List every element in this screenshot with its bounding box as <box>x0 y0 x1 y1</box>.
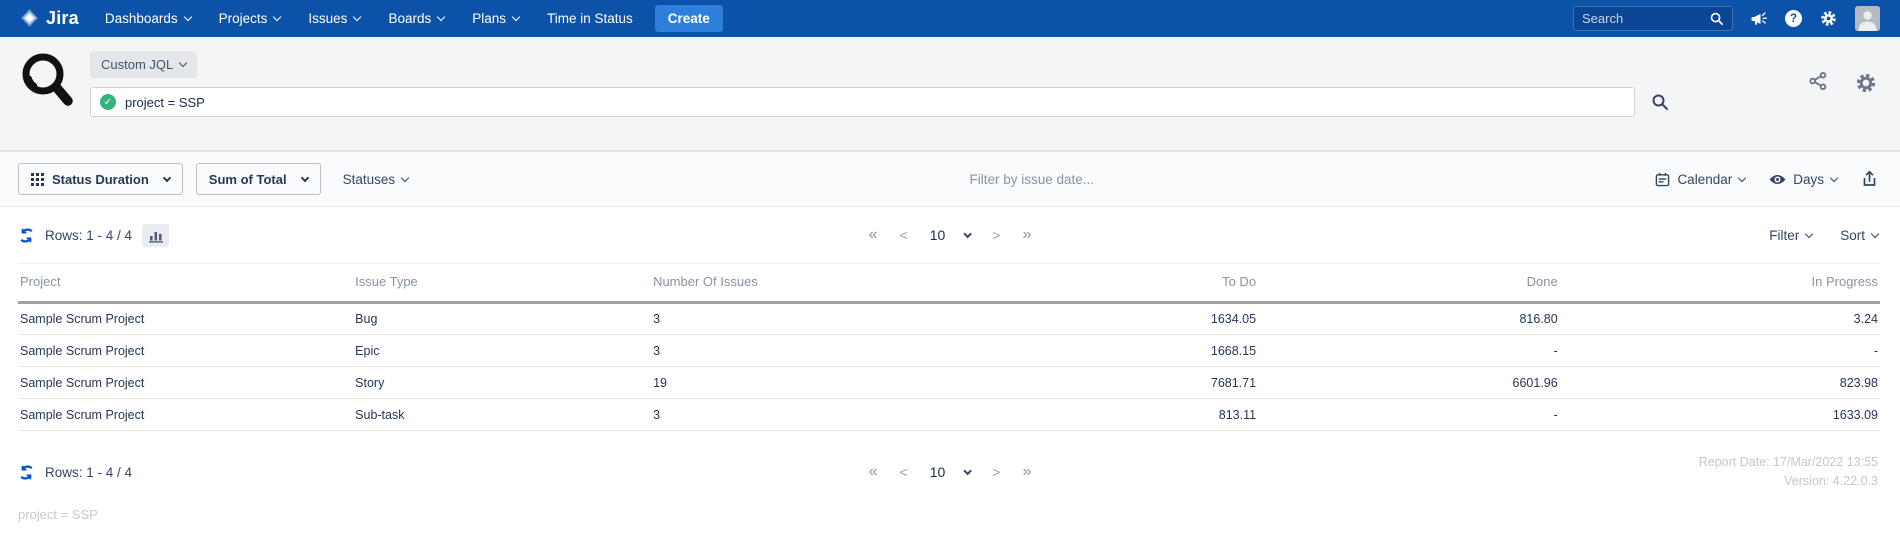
rows-group-bottom: Rows: 1 - 4 / 4 <box>18 464 132 481</box>
chevron-down-icon <box>163 174 171 182</box>
nav-dashboards[interactable]: Dashboards <box>105 11 191 26</box>
nav-issues[interactable]: Issues <box>308 11 360 26</box>
col-in-progress[interactable]: In Progress <box>1560 264 1880 303</box>
nav-plans[interactable]: Plans <box>472 11 519 26</box>
results-bar: Rows: 1 - 4 / 4 « < 10 > » Filter Sort <box>0 207 1900 263</box>
col-issue-type[interactable]: Issue Type <box>353 264 651 303</box>
filter-sort-group: Filter Sort <box>1769 228 1878 243</box>
report-meta: Report Date: 17/Mar/2022 13:55 Version: … <box>1699 453 1878 491</box>
share-icon[interactable] <box>1808 71 1828 91</box>
sort-dropdown[interactable]: Sort <box>1840 228 1878 243</box>
rows-count-label: Rows: 1 - 4 / 4 <box>45 465 132 480</box>
user-avatar[interactable] <box>1855 6 1880 31</box>
chevron-down-icon <box>1805 229 1813 237</box>
nav-projects[interactable]: Projects <box>219 11 281 26</box>
chevron-down-icon <box>1871 229 1879 237</box>
top-navbar: Jira Dashboards Projects Issues Boards P… <box>0 0 1900 37</box>
brand-text: Jira <box>46 8 79 29</box>
col-number-of-issues[interactable]: Number Of Issues <box>651 264 1001 303</box>
rows-count-label: Rows: 1 - 4 / 4 <box>45 228 132 243</box>
navbar-search-input[interactable] <box>1582 11 1709 26</box>
view-type-dropdown[interactable]: Status Duration <box>18 163 183 195</box>
export-icon[interactable] <box>1861 170 1878 188</box>
grid-icon <box>31 173 44 186</box>
first-page-button[interactable]: « <box>869 226 878 244</box>
gear-icon[interactable] <box>1819 9 1838 28</box>
page-size-dropdown[interactable]: 10 <box>930 464 971 480</box>
jql-valid-check-icon: ✓ <box>100 94 116 110</box>
jql-input[interactable] <box>125 95 1625 110</box>
rows-group: Rows: 1 - 4 / 4 <box>18 224 169 247</box>
jql-search-button[interactable] <box>1651 93 1669 111</box>
jira-logo[interactable]: Jira <box>20 8 79 29</box>
next-page-button[interactable]: > <box>992 227 1000 243</box>
nav-time-in-status[interactable]: Time in Status <box>547 11 633 26</box>
chevron-down-icon <box>1738 173 1746 181</box>
filter-dropdown[interactable]: Filter <box>1769 228 1812 243</box>
col-to-do[interactable]: To Do <box>1001 264 1258 303</box>
prev-page-button[interactable]: < <box>900 227 908 243</box>
table-row[interactable]: Sample Scrum Project Story 19 7681.71 66… <box>18 367 1880 399</box>
nav-boards[interactable]: Boards <box>388 11 444 26</box>
app-magnifier-logo-icon <box>18 50 74 150</box>
query-mode-dropdown[interactable]: Custom JQL <box>90 51 197 78</box>
pagination-bottom: « < 10 > » <box>869 463 1032 481</box>
chevron-down-icon <box>179 59 187 67</box>
chevron-down-icon <box>437 13 445 21</box>
jql-row: ✓ <box>90 87 1788 117</box>
table-row[interactable]: Sample Scrum Project Bug 3 1634.05 816.8… <box>18 303 1880 335</box>
create-button[interactable]: Create <box>655 5 723 32</box>
chevron-down-icon <box>353 13 361 21</box>
help-icon[interactable]: ? <box>1785 10 1802 27</box>
chevron-down-icon <box>1830 173 1838 181</box>
navbar-search[interactable] <box>1573 6 1733 31</box>
table-row[interactable]: Sample Scrum Project Sub-task 3 813.11 -… <box>18 399 1880 431</box>
announcements-icon[interactable] <box>1750 10 1768 28</box>
pagination-top: « < 10 > » <box>869 226 1032 244</box>
metric-dropdown[interactable]: Sum of Total <box>196 163 321 195</box>
query-main: Custom JQL ✓ <box>90 50 1788 150</box>
table-header-row: Project Issue Type Number Of Issues To D… <box>18 264 1880 303</box>
plugin-version: Version: 4.22.0.3 <box>1699 472 1878 491</box>
chevron-down-icon <box>183 13 191 21</box>
table-row[interactable]: Sample Scrum Project Epic 3 1668.15 - - <box>18 335 1880 367</box>
col-project[interactable]: Project <box>18 264 353 303</box>
chevron-down-icon <box>300 174 308 182</box>
navbar-right: ? <box>1573 6 1880 31</box>
query-header-actions <box>1808 50 1878 150</box>
last-page-button[interactable]: » <box>1022 226 1031 244</box>
chart-view-button[interactable] <box>142 224 169 247</box>
col-done[interactable]: Done <box>1258 264 1560 303</box>
status-duration-table: Project Issue Type Number Of Issues To D… <box>18 263 1880 431</box>
statuses-dropdown[interactable]: Statuses <box>343 172 409 187</box>
footer-bar: Rows: 1 - 4 / 4 « < 10 > » Report Date: … <box>0 445 1900 499</box>
calendar-dropdown[interactable]: Calendar <box>1655 172 1745 187</box>
report-settings-gear-icon[interactable] <box>1854 71 1878 95</box>
jql-input-container: ✓ <box>90 87 1635 117</box>
query-header: Custom JQL ✓ <box>0 37 1900 152</box>
first-page-button[interactable]: « <box>869 463 878 481</box>
unit-dropdown[interactable]: Days <box>1769 172 1837 187</box>
chevron-down-icon <box>963 230 971 238</box>
search-icon <box>1709 11 1724 26</box>
page-size-dropdown[interactable]: 10 <box>930 227 971 243</box>
main-nav: Dashboards Projects Issues Boards Plans … <box>105 11 633 26</box>
jira-mark-icon <box>20 9 39 28</box>
issue-date-filter[interactable]: Filter by issue date... <box>408 172 1655 187</box>
next-page-button[interactable]: > <box>992 464 1000 480</box>
chevron-down-icon <box>963 467 971 475</box>
prev-page-button[interactable]: < <box>900 464 908 480</box>
jql-echo-label: project = SSP <box>0 499 1900 522</box>
report-date: Report Date: 17/Mar/2022 13:55 <box>1699 453 1878 472</box>
toolbar-right: Calendar Days <box>1655 170 1878 188</box>
refresh-icon[interactable] <box>18 227 35 244</box>
chevron-down-icon <box>273 13 281 21</box>
chevron-down-icon <box>512 13 520 21</box>
refresh-icon[interactable] <box>18 464 35 481</box>
last-page-button[interactable]: » <box>1022 463 1031 481</box>
report-toolbar: Status Duration Sum of Total Statuses Fi… <box>0 152 1900 207</box>
